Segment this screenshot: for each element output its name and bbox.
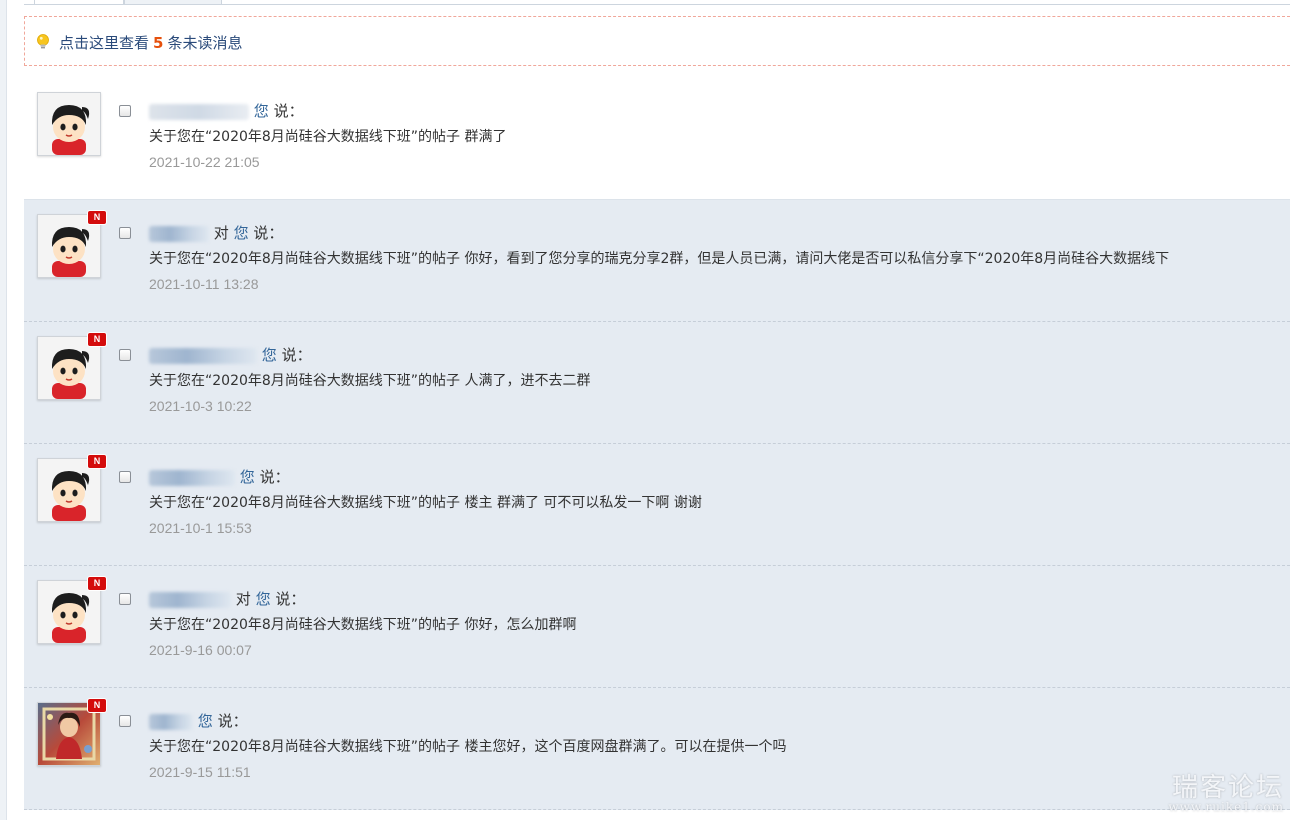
message-time: 2021-9-16 00:07 [149, 642, 252, 658]
message-body[interactable]: 关于您在“2020年8月尚硅谷大数据线下班”的帖子 群满了 [149, 126, 507, 146]
sender-line: 您 说： [149, 344, 312, 366]
new-badge: N [87, 698, 107, 713]
message-body[interactable]: 关于您在“2020年8月尚硅谷大数据线下班”的帖子 楼主 群满了 可不可以私发一… [149, 492, 702, 512]
message-item: N 您 说： 关于您在“2020年8月尚硅谷大数据线下班”的帖子 人满了，进不去… [24, 322, 1290, 444]
sender-line: 您 说： [149, 100, 304, 122]
new-badge: N [87, 576, 107, 591]
tab-active[interactable] [34, 0, 124, 4]
says-label: 说： [253, 224, 284, 242]
to-you-label: 您 [261, 346, 277, 364]
sender-name-redacted[interactable] [149, 225, 209, 242]
new-badge: N [87, 332, 107, 347]
message-time: 2021-10-11 13:28 [149, 276, 259, 292]
message-time: 2021-10-22 21:05 [149, 154, 260, 170]
to-you-label: 您 [197, 712, 213, 730]
lightbulb-icon [37, 34, 49, 49]
new-badge: N [87, 454, 107, 469]
says-label: 说： [281, 346, 312, 364]
message-item: 您 说： 关于您在“2020年8月尚硅谷大数据线下班”的帖子 群满了 2021-… [24, 78, 1290, 200]
says-label: 说： [259, 468, 290, 486]
message-checkbox[interactable] [119, 593, 131, 605]
message-item: N 您 说： 关于您在“2020年8月尚硅谷大数据线下班”的帖子 楼主您好，这个… [24, 688, 1290, 810]
message-item: N 对 您 说： 关于您在“2020年8月尚硅谷大数据线下班”的帖子 你好，怎么… [24, 566, 1290, 688]
message-checkbox[interactable] [119, 349, 131, 361]
message-time: 2021-9-15 11:51 [149, 764, 251, 780]
to-you-label: 您 [239, 468, 255, 486]
sender-line: 您 说： [149, 466, 290, 488]
sender-line: 对 您 说： [149, 588, 305, 610]
default-avatar-icon [38, 93, 100, 155]
unread-notice-link[interactable]: 点击这里查看 5 条未读消息 [59, 32, 242, 53]
says-label: 说： [217, 712, 248, 730]
message-body[interactable]: 关于您在“2020年8月尚硅谷大数据线下班”的帖子 楼主您好，这个百度网盘群满了… [149, 736, 787, 756]
message-item: N 对 您 说： 关于您在“2020年8月尚硅谷大数据线下班”的帖子 你好，看到… [24, 200, 1290, 322]
sender-line: 对 您 说： [149, 222, 283, 244]
unread-count: 5 [153, 34, 164, 52]
to-you-prefix: 对 [213, 224, 229, 242]
sender-name-redacted[interactable] [149, 713, 193, 730]
sender-name-redacted[interactable] [149, 103, 249, 120]
message-checkbox[interactable] [119, 105, 131, 117]
to-you-prefix: 对 [235, 590, 251, 608]
new-badge: N [87, 210, 107, 225]
tab-bar [24, 0, 1290, 5]
notice-prefix: 点击这里查看 [59, 34, 150, 52]
sender-name-redacted[interactable] [149, 347, 257, 364]
sender-name-redacted[interactable] [149, 591, 231, 608]
message-checkbox[interactable] [119, 471, 131, 483]
message-checkbox[interactable] [119, 227, 131, 239]
left-sidebar-edge [0, 0, 7, 820]
message-time: 2021-10-1 15:53 [149, 520, 252, 536]
message-checkbox[interactable] [119, 715, 131, 727]
to-you-label: 您 [233, 224, 249, 242]
tab-secondary[interactable] [124, 0, 222, 5]
message-body[interactable]: 关于您在“2020年8月尚硅谷大数据线下班”的帖子 人满了，进不去二群 [149, 370, 591, 390]
to-you-label: 您 [255, 590, 271, 608]
message-item: N 您 说： 关于您在“2020年8月尚硅谷大数据线下班”的帖子 楼主 群满了 … [24, 444, 1290, 566]
message-body[interactable]: 关于您在“2020年8月尚硅谷大数据线下班”的帖子 你好，看到了您分享的瑞克分享… [149, 248, 1169, 268]
to-you-label: 您 [253, 102, 269, 120]
sender-name-redacted[interactable] [149, 469, 235, 486]
unread-notice-bar[interactable]: 点击这里查看 5 条未读消息 [24, 16, 1290, 66]
notice-suffix: 条未读消息 [167, 34, 243, 52]
sender-line: 您 说： [149, 710, 248, 732]
message-body[interactable]: 关于您在“2020年8月尚硅谷大数据线下班”的帖子 你好，怎么加群啊 [149, 614, 577, 634]
says-label: 说： [275, 590, 306, 608]
says-label: 说： [273, 102, 304, 120]
avatar[interactable] [37, 92, 101, 156]
message-time: 2021-10-3 10:22 [149, 398, 252, 414]
